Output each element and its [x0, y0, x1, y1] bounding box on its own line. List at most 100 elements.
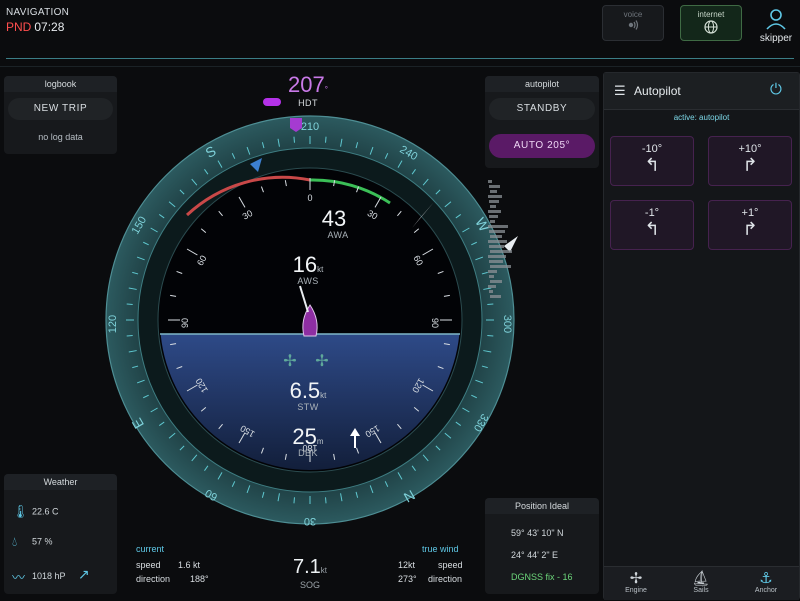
wind-angle-label: 0: [307, 193, 312, 203]
compass-tick: [126, 303, 133, 305]
wind-history-bar: [489, 275, 494, 278]
app-title: NAVIGATION: [6, 7, 70, 18]
tab-anchor[interactable]: ⚓︎ Anchor: [736, 569, 796, 594]
wind-history-bar: [489, 245, 504, 248]
user-icon: [766, 9, 786, 30]
aws-display: 16kt: [268, 252, 348, 278]
starboard-10-label: +10°: [738, 143, 762, 155]
wind-history-bar: [488, 285, 496, 288]
anchor-icon: ⚓︎: [759, 570, 773, 587]
clock: PND 07:28: [6, 20, 64, 34]
internet-button[interactable]: internet: [680, 5, 742, 41]
compass-label: 210: [301, 121, 319, 133]
port-10-label: -10°: [641, 143, 663, 155]
true-wind-speed-value: 12kt: [398, 560, 416, 570]
turn-left-icon: ↰: [644, 155, 660, 175]
trend-icon: 〰: [12, 570, 26, 586]
wind-history-bar: [488, 180, 492, 183]
compass-tick: [293, 497, 295, 504]
droplet-icon: 💧︎: [12, 534, 18, 549]
compass-tick: [293, 136, 295, 143]
temperature-value: 22.6 C: [32, 506, 59, 517]
stw-unit: kt: [320, 391, 327, 400]
voice-button[interactable]: voice: [602, 5, 664, 41]
aws-unit: kt: [317, 265, 324, 274]
wind-history-bar: [490, 250, 512, 253]
dbk-value: 25: [292, 424, 317, 449]
starboard-1-label: +1°: [741, 207, 759, 219]
header-divider: [6, 58, 794, 59]
menu-icon[interactable]: ☰: [614, 83, 626, 99]
longitude: 24° 44' 2" E: [511, 550, 559, 560]
stw-value: 6.5: [289, 378, 321, 403]
sog-unit: kt: [320, 566, 328, 575]
wind-history-bar: [488, 210, 501, 213]
true-wind-title: true wind: [422, 544, 459, 554]
propeller-icon: ✢: [283, 353, 296, 370]
compass-label: 30: [304, 515, 316, 527]
wind-angle-label: 90: [430, 318, 440, 328]
globe-icon: [704, 20, 718, 34]
bottom-tab-bar: ✢ Engine ⛵︎ Sails ⚓︎ Anchor: [604, 566, 799, 600]
turn-left-icon: ↰: [644, 219, 660, 239]
current-speed-label: speed: [136, 560, 161, 570]
pressure-rising-arrow-icon: ↗: [77, 566, 90, 582]
turn-right-icon: ↱: [742, 219, 758, 239]
temperature-row: 🌡︎ 22.6 C: [12, 504, 59, 520]
tab-anchor-label: Anchor: [754, 587, 778, 594]
compass-label: 300: [501, 315, 513, 333]
dbk-unit: m: [316, 437, 324, 446]
heading-bug: [263, 98, 281, 106]
wind-history-bar: [488, 255, 506, 258]
voice-icon: [628, 20, 639, 30]
sails-icon: ⛵︎: [691, 570, 711, 587]
aws-value: 16: [292, 252, 318, 277]
turn-right-icon: ↱: [742, 155, 758, 175]
thermometer-icon: 🌡︎: [12, 504, 29, 519]
true-wind-speed-label: speed: [438, 560, 463, 570]
power-icon[interactable]: ⏻: [770, 81, 782, 98]
heading-degree: °: [324, 85, 328, 94]
sog-display: 7.1kt: [288, 556, 332, 579]
current-direction-value: 188°: [190, 574, 209, 584]
aws-label: AWS: [297, 276, 319, 286]
fan-icon: ✢: [629, 570, 643, 587]
dbk-display: 25m: [268, 424, 348, 450]
starboard-10-button[interactable]: +10° ↱: [708, 136, 792, 186]
wind-history-bar: [490, 295, 501, 298]
humidity-row: 💧︎ 57 %: [12, 534, 53, 550]
propeller-icon: ✢: [315, 353, 328, 370]
compass-tick: [325, 136, 327, 143]
wind-history-bar: [488, 240, 507, 243]
clock-prefix: PND: [6, 20, 32, 34]
true-wind-direction-label: direction: [428, 574, 463, 584]
sog-label: SOG: [299, 580, 320, 590]
port-1-button[interactable]: -1° ↰: [610, 200, 694, 250]
tab-sails-label: Sails: [693, 587, 709, 594]
compass-tick: [487, 335, 494, 337]
heading-value: 207°: [268, 72, 348, 98]
autopilot-active-status: active: autopilot: [673, 113, 730, 122]
skipper-button[interactable]: skipper: [756, 8, 796, 44]
wind-history-bar: [489, 200, 499, 203]
wind-history-bar: [488, 225, 508, 228]
autopilot-title: Autopilot: [634, 84, 681, 98]
tab-engine[interactable]: ✢ Engine: [606, 569, 666, 594]
wind-history-bar: [488, 195, 502, 198]
autopilot-mini-title: autopilot: [485, 76, 599, 92]
header-divider-dark: [0, 66, 800, 67]
compass-tick: [126, 335, 133, 337]
port-1-label: -1°: [644, 207, 660, 219]
wind-history-bar: [490, 220, 495, 223]
awa-value: 43: [321, 206, 347, 231]
voice-label: voice: [623, 10, 643, 19]
wind-history-bar: [489, 290, 493, 293]
port-10-button[interactable]: -10° ↰: [610, 136, 694, 186]
tab-sails[interactable]: ⛵︎ Sails: [671, 569, 731, 594]
wind-history-bar: [490, 190, 497, 193]
starboard-1-button[interactable]: +1° ↱: [708, 200, 792, 250]
current-speed-value: 1.6 kt: [178, 560, 201, 570]
awa-label: AWA: [327, 230, 349, 240]
pressure-row: 〰 1018 hP ↗: [12, 566, 90, 586]
wind-compass-gauge: 210240W300330N3060E120150S 0306090120150…: [105, 115, 518, 527]
